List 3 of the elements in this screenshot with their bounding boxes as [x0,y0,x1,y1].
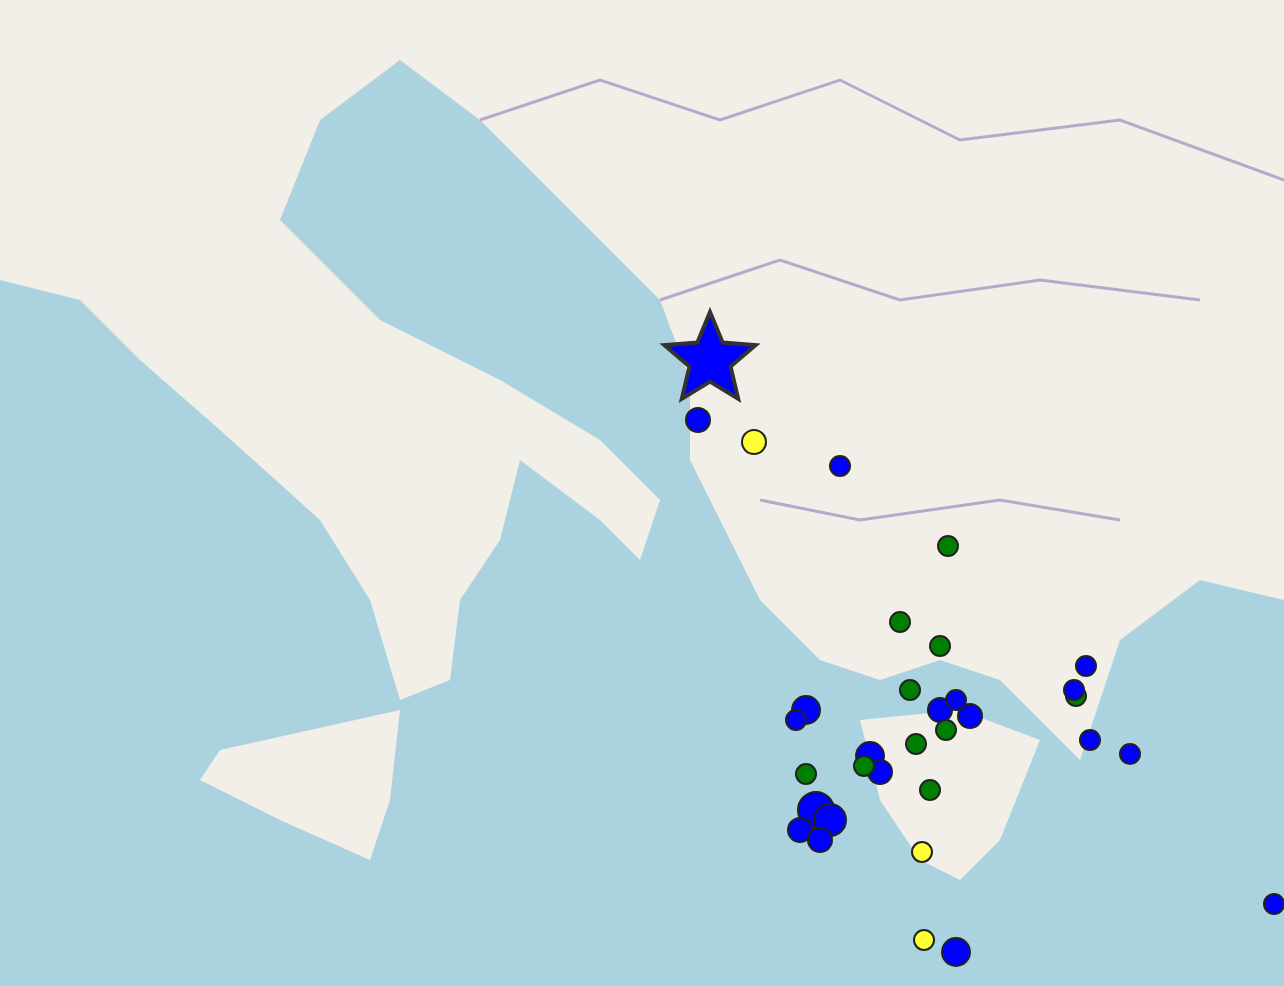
earthquake-marker[interactable] [1263,893,1284,915]
earthquake-marker[interactable] [941,937,971,967]
epicenter-star-marker[interactable] [659,306,761,403]
